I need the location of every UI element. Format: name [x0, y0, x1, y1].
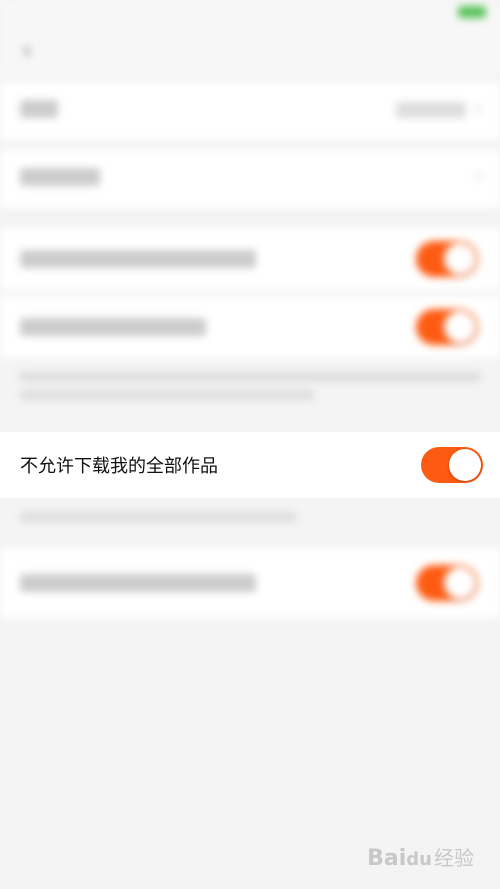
nav-bar: ‹ [0, 28, 500, 76]
row-label-placeholder [20, 100, 58, 118]
watermark-brand: Bai [367, 846, 407, 871]
settings-row-2[interactable]: › [0, 150, 500, 208]
settings-row-6[interactable] [0, 548, 500, 618]
chevron-right-icon: › [474, 166, 482, 187]
settings-row-4[interactable] [0, 296, 500, 358]
row-label-placeholder [20, 168, 100, 186]
baidu-jingyan-watermark: Baidu 经验 [367, 842, 474, 871]
paw-icon: du [406, 849, 432, 870]
setting-label: 不允许下载我的全部作品 [20, 456, 218, 477]
watermark-suffix: 经验 [434, 846, 474, 870]
setting-row-disallow-download[interactable]: 不允许下载我的全部作品 [0, 432, 500, 498]
battery-icon [458, 6, 486, 18]
status-bar [0, 0, 500, 28]
settings-row-3[interactable] [0, 228, 500, 290]
toggle-switch[interactable] [416, 565, 478, 601]
toggle-switch[interactable] [416, 309, 478, 345]
row-label-placeholder [20, 318, 206, 336]
row-value-placeholder [396, 102, 466, 118]
row-label-placeholder [20, 250, 256, 268]
toggle-knob [449, 449, 481, 481]
row-label-placeholder [20, 574, 256, 592]
disallow-download-toggle[interactable] [421, 447, 483, 483]
settings-note [20, 372, 480, 400]
settings-note [20, 512, 480, 522]
toggle-switch[interactable] [416, 241, 478, 277]
settings-row-1[interactable]: › [0, 82, 500, 140]
back-arrow-icon[interactable]: ‹ [22, 36, 32, 64]
chevron-right-icon: › [474, 98, 482, 119]
